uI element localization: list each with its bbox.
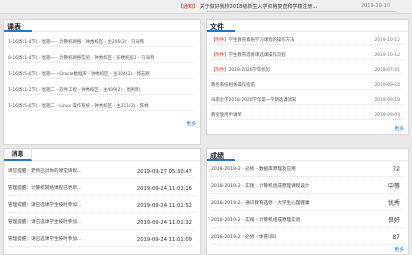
files-more-link[interactable]: 更多 xyxy=(394,125,404,132)
file-tag: 【附件】 xyxy=(211,38,229,43)
file-row[interactable]: 教务系统相关操作指南 2019-09-24 xyxy=(211,81,404,90)
header-accent xyxy=(207,159,235,161)
file-date: 2019-09-03 xyxy=(374,113,400,118)
messages-panel: 消息 更多 课堂提醒：老师已对你的课堂请假... 2019-09-27 05:30… xyxy=(3,148,201,255)
file-tag: 【附件】 xyxy=(211,68,229,73)
course-row[interactable]: 1-16周(1-4节) - 星期一 - 计算机网络 - 钟秀校区 - 主205(… xyxy=(8,38,196,47)
grades-panel: 成绩 2018-2019-2 - 必修 - 数据库原理及应用 72 2018-20… xyxy=(206,148,409,255)
grade-course: 2018-2019-2 - 必修 - 数据库原理及应用 xyxy=(211,167,296,172)
top-notice-bar: 【通知】 关于做好我校2018级新生入学资格复查和学籍注册... 2019-10… xyxy=(0,0,412,14)
tab-messages[interactable]: 消息 xyxy=(4,149,32,161)
grade-course: 2018-2019-2 - 通识教育选修 - 大学生心理健康 xyxy=(211,201,310,206)
course-row-text: 1-16周(1-2节) - 星期二 - 软件工程 - 钟秀校区 - 主409(2… xyxy=(8,88,140,93)
messages-tabs: 消息 更多 xyxy=(4,149,200,161)
grade-row[interactable]: 2018-2019-2 - 通识教育选修 - 大学生心理健康 优秀 xyxy=(211,197,404,211)
course-row[interactable]: 1-16周(1-2节) - 星期二 - 软件工程 - 钟秀校区 - 主409(2… xyxy=(8,86,196,95)
notice-text: 关于做好我校2018级新生入学资格复查和学籍注册... xyxy=(199,4,318,10)
notice-link[interactable]: 【通知】 关于做好我校2018级新生入学资格复查和学籍注册... xyxy=(178,3,317,10)
course-row[interactable]: 1-16周(5-6节) - 星期一 - Oracle数据库 - 钟秀校区 - 主… xyxy=(8,70,196,79)
message-row[interactable]: 管理提醒：请已选课学生按时参加... 2019-09-24 11:01:52 xyxy=(8,199,196,213)
file-name: 教务系统相关操作指南 xyxy=(211,83,255,88)
course-schedule-panel: 课表 1-16周(1-4节) - 星期一 - 计算机网络 - 钟秀校区 - 主2… xyxy=(3,19,201,145)
file-name: 学生教育素质学习课程的操作方法 xyxy=(228,38,295,43)
message-time: 2019-09-27 05:30:47 xyxy=(136,169,192,175)
grade-course: 2018-2019-2 - 实践 - 计算机组成原理实验 xyxy=(211,218,301,223)
message-text: 管理提醒：请已选课学生按时参加... xyxy=(8,237,82,242)
file-name: 教室使用申请单 xyxy=(211,113,242,118)
course-row-text: 1-16周(1-4节) - 星期一 - 计算机网络 - 钟秀校区 - 主205(… xyxy=(8,40,145,45)
message-time: 2019-09-24 11:02:16 xyxy=(136,186,192,192)
file-row[interactable]: 教室使用申请单 2019-09-03 xyxy=(211,111,404,120)
grade-score: 72 xyxy=(392,166,400,173)
notice-date: 2019-10-10 xyxy=(360,3,390,9)
message-text: 管理提醒：计算机网络课程已更新... xyxy=(8,186,82,191)
grades-more-link[interactable]: 更多 xyxy=(394,246,404,253)
files-panel: 文件 【附件】学生教育素质学习课程的操作方法 2019-10-12 【附件】学生教… xyxy=(206,19,409,135)
grades-panel-header: 成绩 xyxy=(207,149,408,161)
message-time: 2019-09-24 11:01:52 xyxy=(136,203,192,209)
course-row[interactable]: 8-16周(1-4节) - 星期一 - 计算机网络实验 - 钟秀校区 - 东楼机… xyxy=(8,54,196,63)
message-row[interactable]: 课堂提醒：老师已对你的课堂请假... 2019-09-27 05:30:47 xyxy=(8,165,196,179)
files-panel-header: 文件 xyxy=(207,20,408,32)
file-row[interactable]: 【附件】2018-2020学年校历 2019-07-01 xyxy=(211,66,404,75)
file-date: 2019-09-10 xyxy=(374,98,400,103)
file-name: 2018-2020学年校历 xyxy=(228,68,271,73)
notice-tag: 【通知】 xyxy=(178,4,199,10)
grade-score: 中等 xyxy=(387,183,400,190)
grade-score: 87 xyxy=(392,234,400,241)
message-row[interactable]: 管理提醒：计算机网络课程已更新... 2019-09-24 11:02:16 xyxy=(8,182,196,196)
file-name: 海南大学2018-2020学年第一学期选课须知 xyxy=(211,98,297,103)
file-name: 学生教育选修课选课操作流程 xyxy=(228,53,286,58)
grade-row[interactable]: 2018-2019-2 - 实践 - 计算机组成原理课程设计 中等 xyxy=(211,180,404,194)
course-panel-header: 课表 xyxy=(4,20,200,32)
message-row[interactable]: 管理提醒：请已选课学生按时参加... 2019-09-24 11:01:32 xyxy=(8,216,196,230)
message-text: 管理提醒：请已选课学生按时参加... xyxy=(8,220,82,225)
grade-score: 优秀 xyxy=(387,200,400,207)
file-row[interactable]: 海南大学2018-2020学年第一学期选课须知 2019-09-10 xyxy=(211,96,404,105)
grade-row[interactable]: 2018-2019-2 - 实践 - 计算机组成原理实验 良好 xyxy=(211,214,404,228)
message-text: 课堂提醒：老师已对你的课堂请假... xyxy=(8,169,82,174)
message-time: 2019-09-24 11:01:09 xyxy=(136,237,192,243)
header-accent xyxy=(4,30,32,32)
file-date: 2019-09-24 xyxy=(374,83,400,88)
course-row[interactable]: 1-16周(5-6节) - 星期二 - Linux 操作系统 - 钟秀校区 - … xyxy=(8,102,196,111)
file-tag: 【附件】 xyxy=(211,53,229,58)
course-more-link[interactable]: 更多 xyxy=(186,120,196,127)
course-row-text: 1-16周(5-6节) - 星期一 - Oracle数据库 - 钟秀校区 - 主… xyxy=(8,72,150,77)
course-row-text: 1-16周(5-6节) - 星期二 - Linux 操作系统 - 钟秀校区 - … xyxy=(8,104,149,109)
file-row[interactable]: 【附件】学生教育选修课选课操作流程 2019-10-12 xyxy=(211,51,404,60)
grade-course: 2018-2019-2 - 必修 - 体育(四) xyxy=(211,235,277,240)
header-accent xyxy=(207,30,235,32)
file-row[interactable]: 【附件】学生教育素质学习课程的操作方法 2019-10-12 xyxy=(211,36,404,45)
grade-row[interactable]: 2018-2019-2 - 必修 - 数据库原理及应用 72 xyxy=(211,163,404,177)
file-date: 2019-10-12 xyxy=(374,38,400,43)
grade-row[interactable]: 2018-2019-2 - 必修 - 体育(四) 87 xyxy=(211,231,404,245)
course-row-text: 8-16周(1-4节) - 星期一 - 计算机网络实验 - 钟秀校区 - 东楼机… xyxy=(8,56,155,61)
message-time: 2019-09-24 11:01:32 xyxy=(136,220,192,226)
file-date: 2019-10-12 xyxy=(374,53,400,58)
file-date: 2019-07-01 xyxy=(374,68,400,73)
message-text: 管理提醒：请已选课学生按时参加... xyxy=(8,203,82,208)
message-row[interactable]: 管理提醒：请已选课学生按时参加... 2019-09-24 11:01:09 xyxy=(8,233,196,247)
grade-course: 2018-2019-2 - 实践 - 计算机组成原理课程设计 xyxy=(211,184,310,189)
grade-score: 良好 xyxy=(387,217,400,224)
divider xyxy=(207,11,397,12)
